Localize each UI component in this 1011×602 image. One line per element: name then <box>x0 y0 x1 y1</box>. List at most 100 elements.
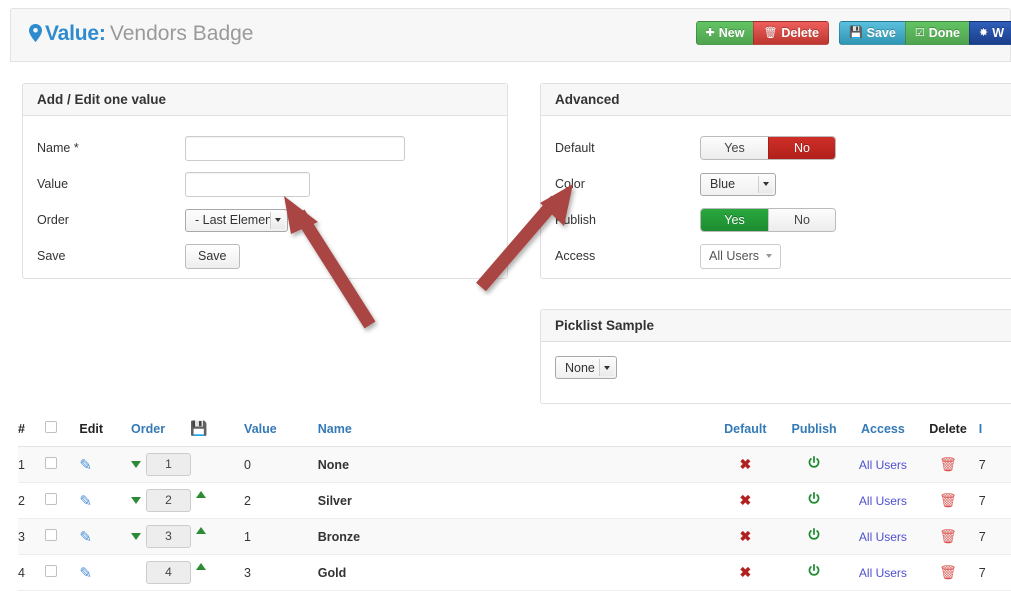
access-link[interactable]: All Users <box>859 566 907 580</box>
publish-toggle-yes[interactable]: Yes <box>701 209 768 231</box>
wizard-button-label: W <box>992 25 1004 40</box>
row-checkbox[interactable] <box>45 529 58 541</box>
picklist-sample-select[interactable]: None <box>555 356 617 379</box>
row-checkbox[interactable] <box>45 457 58 469</box>
check-box-icon: ☑ <box>914 26 925 39</box>
name-input[interactable] <box>185 135 405 161</box>
trash-icon[interactable]: 🗑 <box>939 456 957 472</box>
access-link[interactable]: All Users <box>859 494 907 508</box>
table-row: 4 ✎️ 4 3 Gold ✖ All Users 🗑 7 <box>18 554 1011 591</box>
move-down-icon[interactable] <box>131 533 142 540</box>
default-label: Default <box>555 141 595 155</box>
th-value[interactable]: Value <box>244 420 318 447</box>
trash-icon[interactable]: 🗑 <box>939 492 957 508</box>
order-value[interactable]: 2 <box>146 489 192 512</box>
delete-button[interactable]: 🗑 Delete <box>753 21 829 45</box>
advanced-panel-title: Advanced <box>541 84 1011 116</box>
cell-name: Silver <box>317 482 711 519</box>
wizard-button[interactable]: ✸ W <box>968 21 1011 45</box>
default-toggle-yes[interactable]: Yes <box>701 137 768 159</box>
cell-default: ✖ <box>710 518 780 555</box>
floppy-disk-icon[interactable]: 💾 <box>190 420 207 436</box>
color-label: Color <box>555 177 585 191</box>
move-down-icon[interactable] <box>131 461 142 468</box>
cell-id: 7 <box>978 446 1011 483</box>
value-form-row: Value <box>37 166 493 202</box>
row-checkbox[interactable] <box>45 493 58 505</box>
cell-number: 4 <box>18 554 46 591</box>
edit-icon[interactable]: ✎️ <box>79 529 92 546</box>
table-header-row: # Edit Order 💾 Value Name Default Publis… <box>18 420 1011 447</box>
th-order[interactable]: Order <box>131 420 190 447</box>
row-checkbox[interactable] <box>45 565 58 577</box>
th-name[interactable]: Name <box>317 420 711 447</box>
cell-edit: ✎️ <box>79 446 132 483</box>
edit-icon[interactable]: ✎️ <box>79 565 92 582</box>
th-access[interactable]: Access <box>848 420 918 447</box>
cell-delete: 🗑 <box>917 482 979 519</box>
move-down-icon[interactable] <box>131 497 142 504</box>
save-button[interactable]: 💾 Save <box>838 21 905 45</box>
default-toggle-no[interactable]: No <box>768 137 835 159</box>
save-value-button[interactable]: Save <box>185 243 240 269</box>
power-icon[interactable] <box>807 564 821 578</box>
access-link[interactable]: All Users <box>859 530 907 544</box>
cell-name: None <box>317 446 711 483</box>
select-all-checkbox[interactable] <box>45 421 58 433</box>
cell-edit: ✎️ <box>79 482 132 519</box>
trash-icon[interactable]: 🗑 <box>939 564 957 580</box>
power-icon[interactable] <box>807 492 821 506</box>
th-publish[interactable]: Publish <box>779 420 849 447</box>
advanced-panel: Advanced Default Yes No Color Blue Publi… <box>540 83 1011 279</box>
power-icon[interactable] <box>807 456 821 470</box>
cell-number: 1 <box>18 446 46 483</box>
trash-icon[interactable]: 🗑 <box>939 528 957 544</box>
edit-icon[interactable]: ✎️ <box>79 457 92 474</box>
page-title-sub: Vendors Badge <box>109 22 254 45</box>
picklist-sample-body: None <box>541 342 1011 395</box>
order-value[interactable]: 3 <box>146 525 192 548</box>
access-select-value: All Users <box>709 249 760 263</box>
save-row-label: Save <box>37 249 66 263</box>
cell-select <box>45 554 80 591</box>
x-mark-icon[interactable]: ✖ <box>739 492 751 508</box>
th-number[interactable]: # <box>18 420 46 447</box>
order-value[interactable]: 1 <box>146 453 192 476</box>
power-icon[interactable] <box>807 528 821 542</box>
plus-icon: ✚ <box>705 26 715 39</box>
edit-icon[interactable]: ✎️ <box>79 493 92 510</box>
done-button[interactable]: ☑ Done <box>904 21 969 45</box>
default-toggle[interactable]: Yes No <box>700 136 836 160</box>
name-form-row: Name * <box>37 130 493 166</box>
publish-toggle[interactable]: Yes No <box>700 208 836 232</box>
order-stepper: 2 <box>131 489 207 512</box>
th-save-icon-col[interactable]: 💾 <box>189 420 245 447</box>
value-input[interactable] <box>185 171 310 197</box>
order-stepper: 1 <box>131 453 206 476</box>
access-link[interactable]: All Users <box>859 458 907 472</box>
values-table: # Edit Order 💾 Value Name Default Publis… <box>18 420 1011 591</box>
new-button-label: New <box>718 25 745 40</box>
publish-toggle-no[interactable]: No <box>768 209 835 231</box>
cell-edit: ✎️ <box>79 554 132 591</box>
order-select[interactable]: - Last Element - <box>185 208 288 232</box>
table-body: 1 ✎️ 1 0 None ✖ All Users 🗑 7 2 ✎️ 2 2 S… <box>18 446 1011 591</box>
access-label: Access <box>555 249 596 263</box>
th-edit[interactable]: Edit <box>79 420 132 447</box>
new-button[interactable]: ✚ New <box>695 21 754 45</box>
th-id[interactable]: I <box>978 420 1011 447</box>
color-select[interactable]: Blue <box>700 172 776 196</box>
move-up-icon[interactable] <box>196 563 207 570</box>
cell-edit: ✎️ <box>79 518 132 555</box>
move-up-icon[interactable] <box>196 527 207 534</box>
x-mark-icon[interactable]: ✖ <box>739 456 751 472</box>
name-label: Name * <box>37 141 79 155</box>
access-select[interactable]: All Users <box>700 243 782 269</box>
access-form-row: Access All Users <box>555 238 1011 274</box>
move-up-icon[interactable] <box>196 491 207 498</box>
x-mark-icon[interactable]: ✖ <box>739 564 751 580</box>
th-default[interactable]: Default <box>710 420 780 447</box>
order-value[interactable]: 4 <box>146 561 192 584</box>
th-delete[interactable]: Delete <box>917 420 979 447</box>
x-mark-icon[interactable]: ✖ <box>739 528 751 544</box>
